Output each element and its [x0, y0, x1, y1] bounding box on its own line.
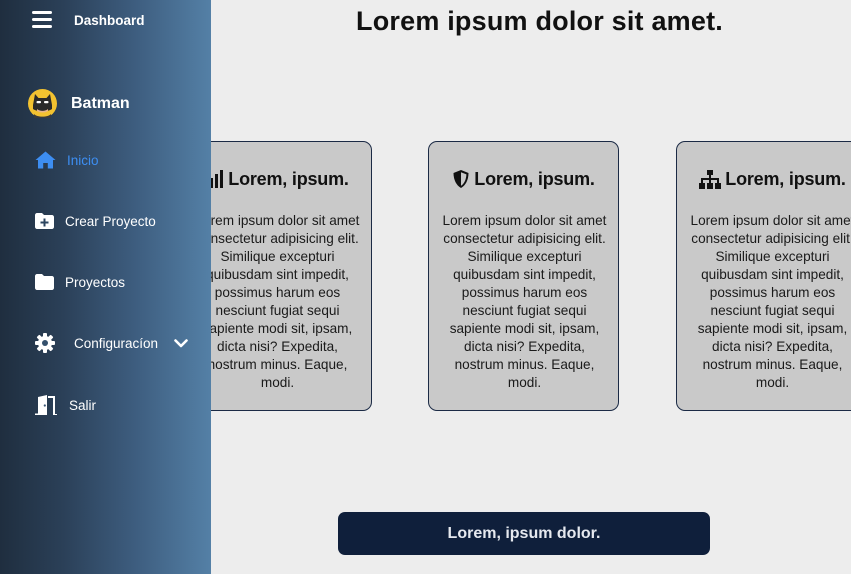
card-text-line: quibusdam sint impedit,	[701, 267, 844, 282]
door-exit-icon	[35, 395, 59, 415]
gear-icon	[35, 333, 55, 353]
card-text-line: sapiente modi sit, ipsam,	[449, 321, 600, 336]
card-text-line: consectetur adipisicing elit.	[443, 231, 606, 246]
card-header: Lorem, ipsum.	[429, 166, 618, 192]
feature-card: Lorem, ipsum. Lorem ipsum dolor sit amet…	[428, 141, 619, 411]
shield-icon	[453, 170, 469, 188]
card-text-line: possimus harum eos	[461, 285, 588, 300]
sidebar-item-crear-proyecto[interactable]: Crear Proyecto	[0, 206, 211, 236]
sidebar-item-label: Proyectos	[65, 274, 126, 290]
sidebar-item-label: Crear Proyecto	[65, 213, 156, 229]
card-header: Lorem, ipsum.	[677, 166, 851, 192]
home-icon	[35, 151, 56, 169]
feature-card: Lorem, ipsum. Lorem ipsum dolor sit amet…	[676, 141, 851, 411]
card-text: Lorem ipsum dolor sit amet consectetur a…	[677, 212, 851, 392]
card-text-line: Lorem ipsum dolor sit amet	[442, 213, 607, 228]
card-text-line: Lorem ipsum dolor sit amet	[690, 213, 851, 228]
card-text-line: consectetur adipisicing elit.	[691, 231, 851, 246]
card-text: Lorem ipsum dolor sit amet consectetur a…	[429, 212, 618, 392]
brand-label: Dashboard	[74, 13, 145, 28]
card-text-line: possimus harum eos	[709, 285, 836, 300]
card-text-line: nesciunt fugiat sequi	[710, 303, 835, 318]
card-text-line: modi.	[260, 375, 295, 390]
sidebar-item-proyectos[interactable]: Proyectos	[0, 267, 211, 297]
card-text-line: dicta nisi? Expedita,	[712, 339, 833, 354]
card-text-line: dicta nisi? Expedita,	[464, 339, 585, 354]
card-text-line: nostrum minus. Eaque,	[702, 357, 843, 372]
sidebar-item-label: Configuracíon	[74, 335, 159, 351]
folder-plus-icon	[35, 213, 54, 229]
page-title: Lorem ipsum dolor sit amet.	[356, 6, 723, 36]
sitemap-icon	[699, 169, 722, 189]
chevron-down-icon[interactable]	[174, 338, 188, 348]
card-title: Lorem, ipsum.	[725, 168, 846, 189]
card-text-line: possimus harum eos	[214, 285, 341, 300]
cta-button[interactable]: Lorem, ipsum dolor.	[338, 512, 710, 555]
card-text-line: sapiente modi sit, ipsam,	[202, 321, 353, 336]
hamburger-menu-icon[interactable]	[32, 11, 52, 29]
card-text-line: nesciunt fugiat sequi	[462, 303, 587, 318]
card-text-line: Similique excepturi	[715, 249, 830, 264]
card-text-line: Similique excepturi	[220, 249, 335, 264]
card-title: Lorem, ipsum.	[228, 168, 349, 189]
sidebar-item-label: Salir	[69, 397, 97, 413]
avatar	[28, 89, 57, 118]
sidebar-item-salir[interactable]: Salir	[0, 390, 211, 420]
card-text-line: dicta nisi? Expedita,	[217, 339, 338, 354]
sidebar-item-inicio[interactable]: Inicio	[0, 145, 211, 175]
card-title: Lorem, ipsum.	[474, 168, 595, 189]
card-text-line: Similique excepturi	[467, 249, 582, 264]
card-text-line: nostrum minus. Eaque,	[207, 357, 348, 372]
sidebar: Dashboard Batman Inicio Crear Proyecto P…	[0, 0, 211, 574]
user-name: Batman	[71, 95, 130, 112]
folder-icon	[35, 274, 54, 290]
card-text-line: nesciunt fugiat sequi	[215, 303, 340, 318]
sidebar-item-configuracion[interactable]: Configuracíon	[0, 328, 211, 358]
card-text-line: modi.	[507, 375, 542, 390]
card-text-line: consectetur adipisicing elit.	[196, 231, 359, 246]
card-text-line: quibusdam sint impedit,	[206, 267, 349, 282]
sidebar-item-label: Inicio	[67, 152, 99, 168]
card-text-line: nostrum minus. Eaque,	[454, 357, 595, 372]
card-text-line: Lorem ipsum dolor sit amet	[195, 213, 360, 228]
card-text-line: quibusdam sint impedit,	[453, 267, 596, 282]
card-text-line: sapiente modi sit, ipsam,	[697, 321, 848, 336]
card-text-line: modi.	[755, 375, 790, 390]
